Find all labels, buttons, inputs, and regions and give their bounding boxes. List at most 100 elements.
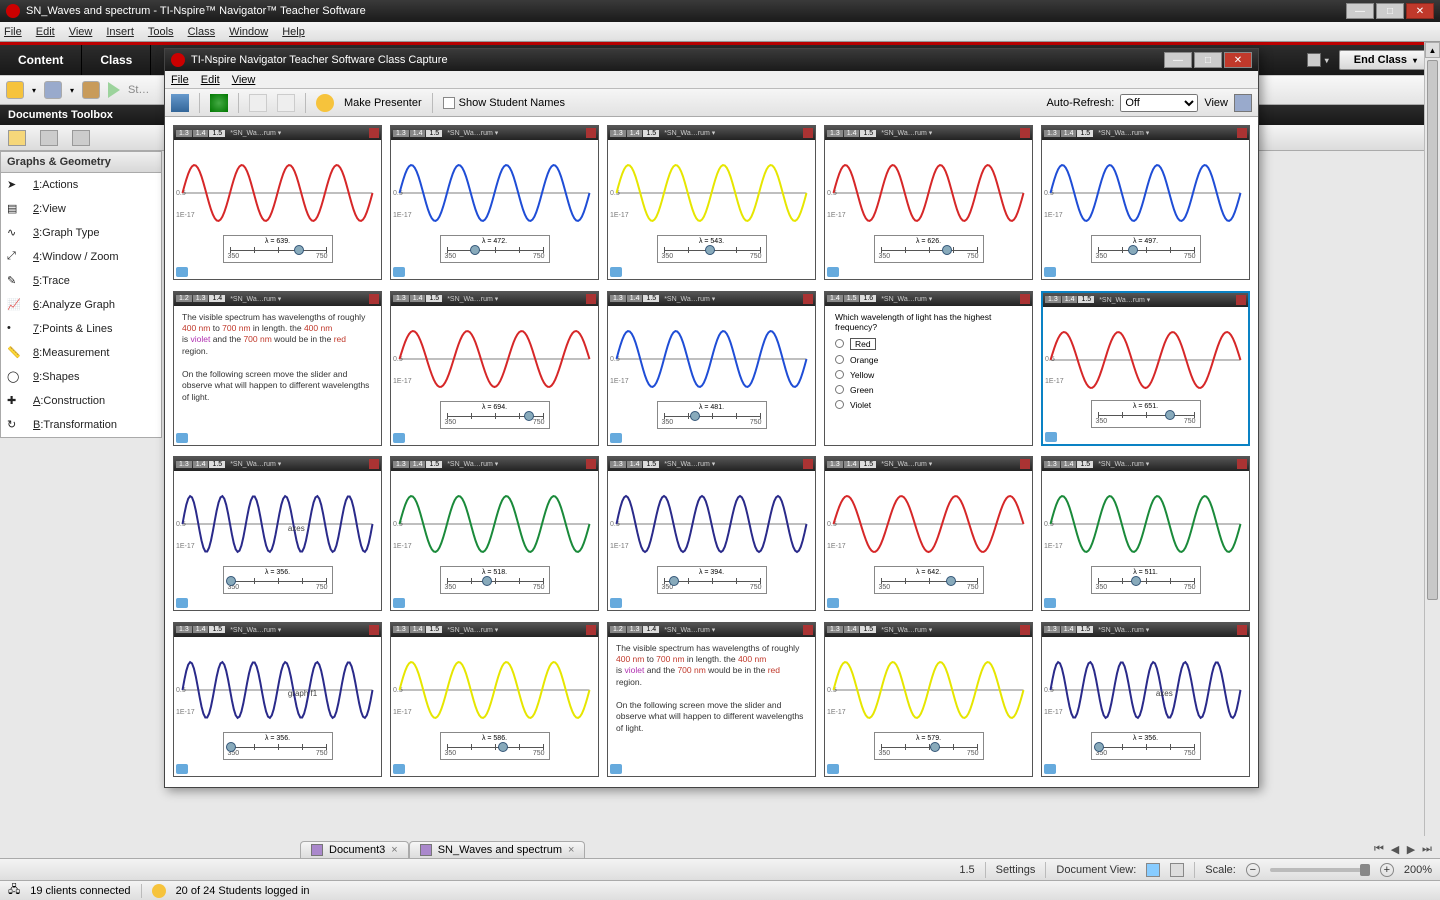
thumb-close-icon[interactable] [1020, 128, 1030, 138]
capture-thumb[interactable]: 1.31.41.5 *SN_Wa…rum ▾ 0.51E-17 λ = 394.… [607, 456, 816, 611]
view-handheld-icon[interactable] [1146, 863, 1160, 877]
sidebar-item-6[interactable]: •7:Points & Lines [1, 317, 161, 341]
close-tab-icon[interactable]: × [568, 844, 574, 856]
nav-last-icon[interactable]: ⏭ [1420, 843, 1434, 856]
lambda-slider[interactable]: λ = 356. 350750 [1091, 732, 1201, 760]
capture-thumb[interactable]: 1.41.51.6 *SN_Wa…rum ▾ Which wavelength … [824, 291, 1033, 446]
lambda-slider[interactable]: λ = 543. 350750 [657, 235, 767, 263]
doc-tab-1[interactable]: Document3 × [300, 841, 409, 858]
show-names-checkbox[interactable]: Show Student Names [443, 97, 565, 109]
settings-link[interactable]: Settings [996, 864, 1036, 876]
quiz-option[interactable]: Red [835, 338, 1022, 350]
nav-icon[interactable] [176, 598, 188, 608]
doc-tab-2[interactable]: SN_Waves and spectrum × [409, 841, 586, 858]
sidebar-item-1[interactable]: ▤2:View [1, 197, 161, 221]
nav-icon[interactable] [1044, 598, 1056, 608]
tab-content[interactable]: Content [0, 45, 82, 75]
zoom-in-icon[interactable] [249, 94, 267, 112]
play-icon[interactable] [108, 82, 120, 98]
thumb-close-icon[interactable] [1237, 128, 1247, 138]
quiz-option[interactable]: Violet [835, 400, 1022, 410]
thumb-close-icon[interactable] [1020, 459, 1030, 469]
lambda-slider[interactable]: λ = 472. 350750 [440, 235, 550, 263]
lambda-slider[interactable]: λ = 356. 350750 [223, 732, 333, 760]
capture-thumb[interactable]: 1.31.41.5 *SN_Wa…rum ▾ 0.51E-17 λ = 586.… [390, 622, 599, 777]
lambda-slider[interactable]: λ = 586. 350750 [440, 732, 550, 760]
thumb-close-icon[interactable] [369, 625, 379, 635]
thumb-close-icon[interactable] [803, 128, 813, 138]
toolbox-tab-utilities-icon[interactable] [72, 130, 90, 146]
lambda-slider[interactable]: λ = 694. 350750 [440, 401, 550, 429]
thumb-close-icon[interactable] [369, 128, 379, 138]
toolbox-tab-tools-icon[interactable] [8, 130, 26, 146]
capture-thumb[interactable]: 1.21.31.4 *SN_Wa…rum ▾ The visible spect… [173, 291, 382, 446]
quiz-option[interactable]: Orange [835, 355, 1022, 365]
nav-icon[interactable] [393, 598, 405, 608]
user-icon[interactable] [6, 81, 24, 99]
capture-thumb[interactable]: 1.31.41.5 *SN_Wa…rum ▾ 0.51E-17 axes λ =… [173, 456, 382, 611]
layout-icon[interactable] [1307, 53, 1321, 67]
menu-file[interactable]: File [4, 26, 22, 38]
lambda-slider[interactable]: λ = 626. 350750 [874, 235, 984, 263]
view-grid-icon[interactable] [1234, 94, 1252, 112]
thumb-close-icon[interactable] [369, 294, 379, 304]
lambda-slider[interactable]: λ = 511. 350750 [1091, 566, 1201, 594]
thumb-close-icon[interactable] [1237, 459, 1247, 469]
quiz-option[interactable]: Yellow [835, 370, 1022, 380]
nav-icon[interactable] [610, 598, 622, 608]
make-presenter-button[interactable]: Make Presenter [344, 97, 422, 109]
lambda-slider[interactable]: λ = 642. 350750 [874, 566, 984, 594]
radio-icon[interactable] [835, 400, 844, 409]
capture-thumb[interactable]: 1.31.41.5 *SN_Wa…rum ▾ 0.51E-17 λ = 651.… [1041, 291, 1250, 446]
presenter-icon[interactable] [316, 94, 334, 112]
lambda-slider[interactable]: λ = 394. 350750 [657, 566, 767, 594]
nav-prev-icon[interactable]: ◀ [1388, 843, 1402, 856]
maximize-button[interactable]: □ [1376, 3, 1404, 19]
sidebar-item-3[interactable]: ⤢4:Window / Zoom [1, 245, 161, 269]
auto-refresh-select[interactable]: Off [1120, 94, 1198, 112]
thumb-close-icon[interactable] [803, 625, 813, 635]
capture-thumb[interactable]: 1.31.41.5 *SN_Wa…rum ▾ 0.51E-17 axes λ =… [1041, 622, 1250, 777]
menu-tools[interactable]: Tools [148, 26, 174, 38]
zoom-plus-icon[interactable]: + [1380, 863, 1394, 877]
radio-icon[interactable] [835, 355, 844, 364]
camera-icon[interactable] [44, 81, 62, 99]
minimize-button[interactable]: — [1346, 3, 1374, 19]
dropdown-icon[interactable]: ▾ [1325, 56, 1329, 65]
nav-icon[interactable] [827, 598, 839, 608]
tab-class[interactable]: Class [82, 45, 151, 75]
capture-menu-file[interactable]: File [171, 74, 189, 86]
capture-menu-view[interactable]: View [232, 74, 256, 86]
capture-thumb[interactable]: 1.31.41.5 *SN_Wa…rum ▾ 0.51E-17 λ = 497.… [1041, 125, 1250, 280]
nav-icon[interactable] [176, 433, 188, 443]
sidebar-item-0[interactable]: ➤1:Actions [1, 173, 161, 197]
capture-thumb[interactable]: 1.31.41.5 *SN_Wa…rum ▾ 0.51E-17 λ = 511.… [1041, 456, 1250, 611]
sidebar-item-5[interactable]: 📈6:Analyze Graph [1, 293, 161, 317]
capture-thumb[interactable]: 1.31.41.5 *SN_Wa…rum ▾ 0.51E-17 λ = 472.… [390, 125, 599, 280]
sidebar-item-8[interactable]: ◯9:Shapes [1, 365, 161, 389]
menu-class[interactable]: Class [188, 26, 216, 38]
lambda-slider[interactable]: λ = 356. 350750 [223, 566, 333, 594]
collect-icon[interactable] [82, 81, 100, 99]
nav-icon[interactable] [610, 764, 622, 774]
capture-titlebar[interactable]: TI-Nspire Navigator Teacher Software Cla… [165, 49, 1258, 71]
nav-icon[interactable] [827, 764, 839, 774]
radio-icon[interactable] [835, 385, 844, 394]
capture-maximize-button[interactable]: □ [1194, 52, 1222, 68]
capture-thumb[interactable]: 1.31.41.5 *SN_Wa…rum ▾ 0.51E-17 λ = 518.… [390, 456, 599, 611]
sidebar-item-10[interactable]: ↻B:Transformation [1, 413, 161, 437]
toolbox-tab-pages-icon[interactable] [40, 130, 58, 146]
nav-icon[interactable] [393, 764, 405, 774]
capture-thumb[interactable]: 1.31.41.5 *SN_Wa…rum ▾ 0.51E-17 λ = 481.… [607, 291, 816, 446]
thumb-close-icon[interactable] [586, 294, 596, 304]
capture-thumb[interactable]: 1.31.41.5 *SN_Wa…rum ▾ 0.51E-17 λ = 694.… [390, 291, 599, 446]
zoom-out-icon[interactable] [277, 94, 295, 112]
menu-window[interactable]: Window [229, 26, 268, 38]
lambda-slider[interactable]: λ = 518. 350750 [440, 566, 550, 594]
lambda-slider[interactable]: λ = 651. 350750 [1091, 400, 1201, 428]
nav-icon[interactable] [1044, 764, 1056, 774]
capture-minimize-button[interactable]: — [1164, 52, 1192, 68]
capture-thumb[interactable]: 1.31.41.5 *SN_Wa…rum ▾ 0.51E-17 graph f1… [173, 622, 382, 777]
nav-first-icon[interactable]: ⏮ [1372, 843, 1386, 856]
refresh-icon[interactable] [210, 94, 228, 112]
